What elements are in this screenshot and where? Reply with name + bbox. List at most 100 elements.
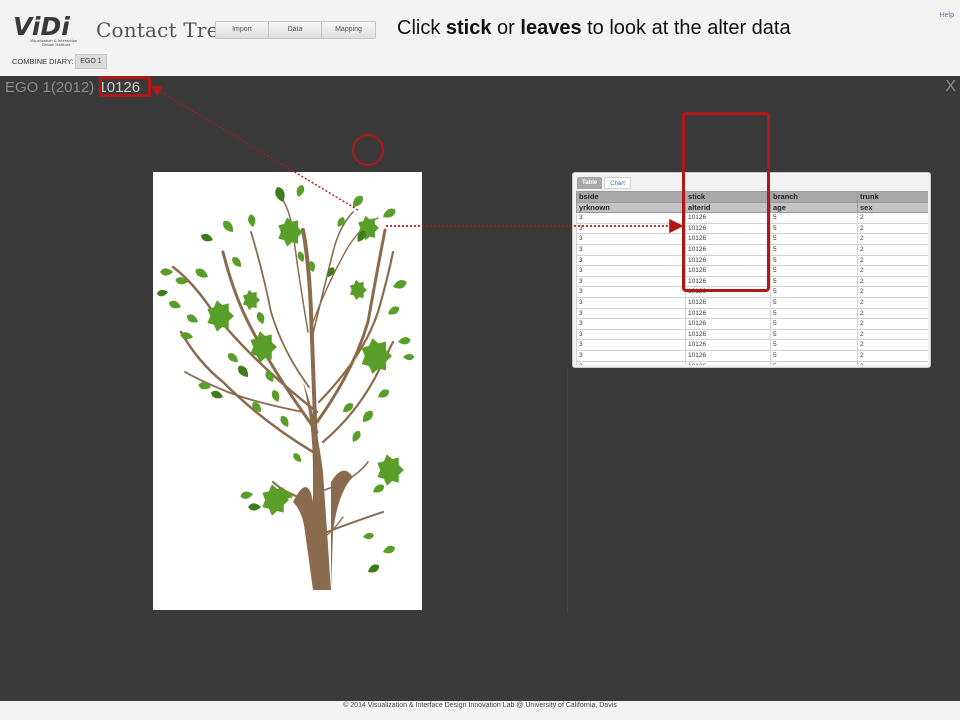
leaf[interactable]: [381, 206, 398, 220]
table-cell: 2: [857, 296, 928, 309]
table-row[interactable]: 31012652: [576, 339, 928, 351]
tab-table[interactable]: Table: [577, 177, 603, 189]
contact-tree-panel: [153, 172, 422, 610]
header-sex[interactable]: sex: [857, 201, 928, 214]
leaf[interactable]: [273, 185, 287, 203]
header-yrknown[interactable]: yrknown: [576, 201, 686, 214]
stick[interactable]: [184, 371, 304, 413]
table-cell: 3: [576, 265, 686, 277]
help-link[interactable]: Help: [940, 12, 954, 19]
leaf[interactable]: [226, 351, 240, 365]
table-cell: 5: [770, 328, 858, 341]
table-row[interactable]: 31012652: [576, 349, 928, 362]
leaf[interactable]: [382, 544, 396, 555]
contact-tree[interactable]: [153, 172, 422, 610]
leaf[interactable]: [291, 451, 303, 464]
ego-select-button[interactable]: EGO 1: [75, 54, 107, 69]
leaf[interactable]: [198, 381, 212, 390]
divider: [567, 368, 568, 613]
header-trunk[interactable]: trunk: [857, 191, 928, 203]
leaf-cluster[interactable]: [207, 300, 234, 332]
leaf[interactable]: [248, 503, 261, 511]
close-button[interactable]: X: [945, 78, 956, 96]
table-cell: 5: [770, 360, 858, 365]
leaf[interactable]: [371, 482, 386, 495]
leaf[interactable]: [185, 312, 200, 325]
leaf[interactable]: [392, 278, 408, 291]
table-cell: 2: [857, 265, 928, 277]
leaf-cluster[interactable]: [377, 454, 404, 486]
table-row[interactable]: 31012652: [576, 307, 928, 320]
leaf[interactable]: [210, 389, 224, 400]
table-cell: 3: [576, 349, 686, 362]
table-cell: 3: [576, 212, 686, 224]
leaf[interactable]: [295, 184, 306, 198]
table-cell: 2: [857, 243, 928, 256]
leaf[interactable]: [247, 214, 256, 228]
branch[interactable]: [171, 265, 319, 414]
leaf-cluster[interactable]: [361, 338, 392, 374]
table-cell: 5: [770, 233, 858, 245]
leaf[interactable]: [236, 363, 251, 379]
table-cell: 2: [857, 307, 928, 320]
table-row[interactable]: 31012652: [576, 296, 928, 309]
table-cell: 3: [576, 339, 686, 351]
tab-chart[interactable]: Chart: [604, 177, 631, 189]
combine-diary-label: COMBINE DIARY:: [12, 57, 74, 66]
table-cell: 3: [576, 360, 686, 365]
leaf[interactable]: [350, 193, 365, 209]
leaf[interactable]: [386, 304, 401, 317]
svg-text:ViDi: ViDi: [13, 12, 70, 41]
leaf-cluster[interactable]: [278, 217, 303, 247]
table-cell: 10126: [685, 339, 771, 351]
leaf[interactable]: [230, 255, 244, 269]
leaf[interactable]: [278, 414, 291, 429]
leaf[interactable]: [350, 429, 363, 444]
leaf[interactable]: [160, 268, 173, 276]
alterid-column-highlight: [682, 112, 770, 292]
mapping-button[interactable]: Mapping: [322, 22, 375, 38]
table-cell: 10126: [685, 328, 771, 341]
nav-group: Import Data Mapping: [215, 21, 376, 39]
visualization-stage: EGO 1(2012) 10126 X Table Chart bside st…: [0, 76, 960, 701]
table-cell: 2: [857, 233, 928, 245]
table-cell: 5: [770, 349, 858, 362]
table-row[interactable]: 31012652: [576, 360, 928, 365]
leaf[interactable]: [156, 289, 168, 297]
leaf[interactable]: [221, 218, 236, 234]
data-button[interactable]: Data: [269, 22, 322, 38]
leaf[interactable]: [362, 532, 375, 540]
leaf-highlight-circle: [352, 134, 384, 166]
vidi-logo: ViDi Visualization & Interaction Design …: [13, 12, 77, 46]
leaf[interactable]: [376, 387, 391, 400]
header-bside[interactable]: bside: [576, 191, 686, 203]
leaf[interactable]: [194, 266, 211, 280]
leaf[interactable]: [366, 562, 381, 575]
leaf-cluster[interactable]: [242, 289, 260, 311]
import-button[interactable]: Import: [216, 22, 269, 38]
table-cell: 3: [576, 296, 686, 309]
svg-text:Design Institute: Design Institute: [42, 43, 71, 46]
header-branch[interactable]: branch: [770, 191, 858, 203]
leaf[interactable]: [270, 389, 281, 403]
leaf-cluster[interactable]: [349, 279, 367, 301]
table-cell: 10126: [685, 349, 771, 362]
instruction-text: Click stick or leaves to look at the alt…: [397, 17, 791, 39]
leaf[interactable]: [397, 336, 411, 345]
table-cell: 2: [857, 222, 928, 235]
leaf[interactable]: [200, 232, 214, 243]
leaf-cluster[interactable]: [262, 484, 289, 516]
table-row[interactable]: 31012652: [576, 318, 928, 330]
leaf[interactable]: [240, 490, 254, 499]
ego-id-highlight: [99, 76, 151, 97]
leaf[interactable]: [255, 311, 266, 325]
table-cell: 2: [857, 212, 928, 224]
leaf[interactable]: [403, 353, 415, 361]
leaf[interactable]: [168, 299, 182, 310]
leaf[interactable]: [360, 408, 375, 424]
header-age[interactable]: age: [770, 201, 858, 214]
table-cell: 5: [770, 339, 858, 351]
table-row[interactable]: 31012652: [576, 328, 928, 341]
table-cell: 5: [770, 222, 858, 235]
table-cell: 2: [857, 254, 928, 267]
